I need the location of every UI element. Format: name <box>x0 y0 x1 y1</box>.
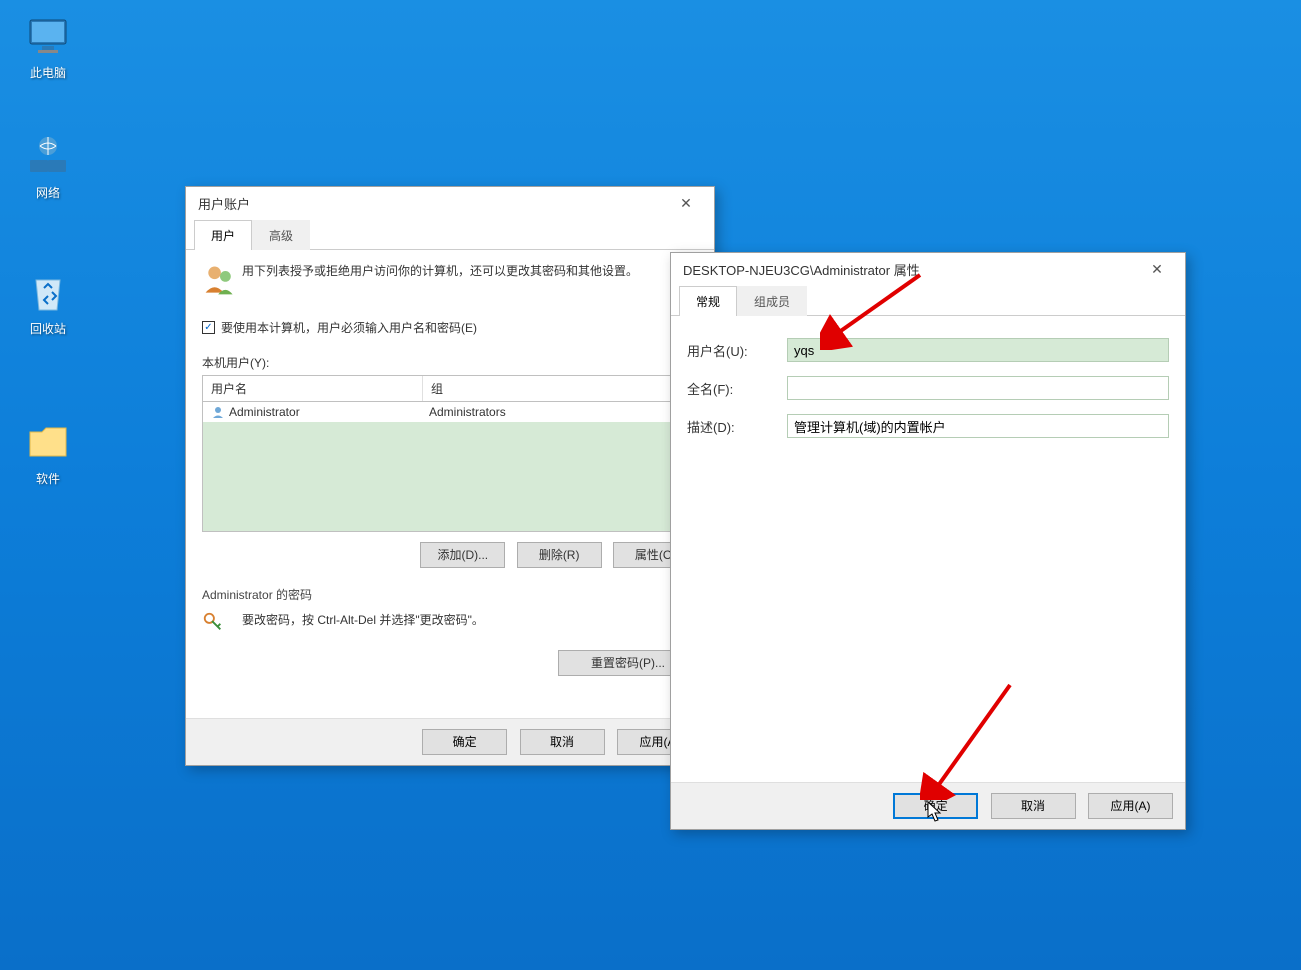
fullname-input[interactable] <box>787 376 1169 400</box>
close-button[interactable]: ✕ <box>1137 255 1177 283</box>
require-password-checkbox[interactable]: ✓ 要使用本计算机，用户必须输入用户名和密码(E) <box>202 319 477 336</box>
cell-user: Administrator <box>229 405 429 419</box>
desktop-icon-label: 回收站 <box>8 320 88 337</box>
apply-button[interactable]: 应用(A) <box>1088 793 1173 819</box>
desktop-icon-label: 软件 <box>8 470 88 487</box>
username-input[interactable] <box>787 338 1169 362</box>
list-label: 本机用户(Y): <box>202 354 698 371</box>
network-icon <box>24 132 72 180</box>
list-row[interactable]: Administrator Administrators <box>203 402 697 422</box>
desktop-icon-label: 此电脑 <box>8 64 88 81</box>
user-properties-dialog: DESKTOP-NJEU3CG\Administrator 属性 ✕ 常规 组成… <box>670 252 1186 830</box>
checkbox-label: 要使用本计算机，用户必须输入用户名和密码(E) <box>221 319 477 336</box>
dialog-title: 用户账户 <box>198 194 250 213</box>
desktop-icon-network[interactable]: 网络 <box>8 132 88 201</box>
dialog-description: 用下列表授予或拒绝用户访问你的计算机，还可以更改其密码和其他设置。 <box>242 262 638 281</box>
user-list[interactable]: Administrator Administrators <box>202 402 698 532</box>
dialog-title: DESKTOP-NJEU3CG\Administrator 属性 <box>683 260 920 279</box>
list-header: 用户名 组 <box>202 375 698 402</box>
monitor-icon <box>24 12 72 60</box>
desktop-icon-this-pc[interactable]: 此电脑 <box>8 12 88 81</box>
recycle-bin-icon <box>24 268 72 316</box>
description-input[interactable] <box>787 414 1169 438</box>
key-icon <box>202 611 242 636</box>
cancel-button[interactable]: 取消 <box>520 729 605 755</box>
titlebar[interactable]: 用户账户 ✕ <box>186 187 714 219</box>
tab-advanced[interactable]: 高级 <box>252 220 310 250</box>
cursor-icon <box>927 801 945 828</box>
tab-users[interactable]: 用户 <box>194 220 252 250</box>
desktop-icon-software[interactable]: 软件 <box>8 418 88 487</box>
tabs: 常规 组成员 <box>671 285 1185 316</box>
fullname-label: 全名(F): <box>687 379 787 398</box>
titlebar[interactable]: DESKTOP-NJEU3CG\Administrator 属性 ✕ <box>671 253 1185 285</box>
dialog-button-row: 确定 取消 应用(A) <box>186 718 714 765</box>
close-button[interactable]: ✕ <box>666 189 706 217</box>
remove-button[interactable]: 删除(R) <box>517 542 602 568</box>
users-icon <box>202 262 242 301</box>
user-accounts-dialog: 用户账户 ✕ 用户 高级 用下列表授予或拒绝用户访问你的计算机，还可以更改其密码… <box>185 186 715 766</box>
tabs: 用户 高级 <box>186 219 714 250</box>
password-section-title: Administrator 的密码 <box>202 586 698 603</box>
folder-icon <box>24 418 72 466</box>
cancel-button[interactable]: 取消 <box>991 793 1076 819</box>
tab-general[interactable]: 常规 <box>679 286 737 316</box>
description-label: 描述(D): <box>687 417 787 436</box>
ok-button[interactable]: 确定 <box>422 729 507 755</box>
cell-group: Administrators <box>429 405 506 419</box>
tab-members[interactable]: 组成员 <box>737 286 807 316</box>
desktop-icon-recycle-bin[interactable]: 回收站 <box>8 268 88 337</box>
user-icon <box>211 405 225 419</box>
password-description: 要改密码，按 Ctrl-Alt-Del 并选择"更改密码"。 <box>242 611 484 630</box>
col-user[interactable]: 用户名 <box>203 376 423 401</box>
add-button[interactable]: 添加(D)... <box>420 542 505 568</box>
desktop-icon-label: 网络 <box>8 184 88 201</box>
username-label: 用户名(U): <box>687 341 787 360</box>
checkbox-icon: ✓ <box>202 321 215 334</box>
col-group[interactable]: 组 <box>423 376 697 401</box>
